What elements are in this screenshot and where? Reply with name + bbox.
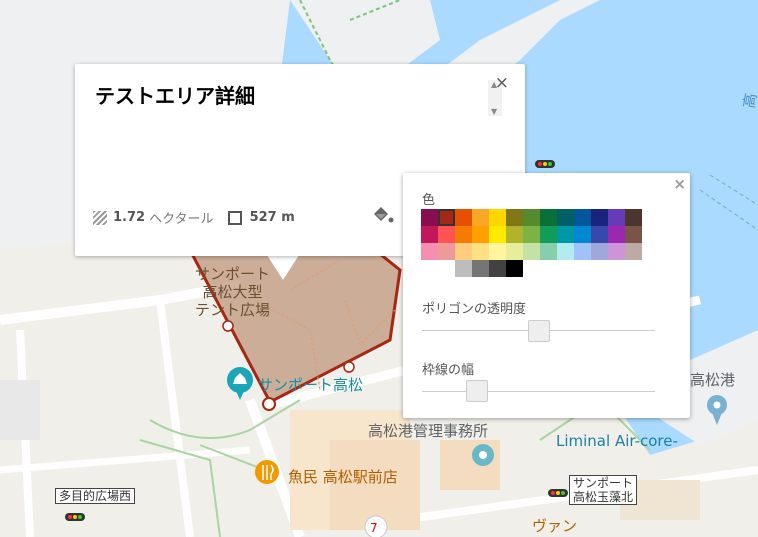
color-swatch[interactable] (540, 243, 557, 260)
info-stats: 1.72 ヘクタール 527 m (93, 208, 299, 227)
color-swatch[interactable] (506, 243, 523, 260)
palette-row (421, 243, 656, 260)
color-swatch[interactable] (472, 260, 489, 277)
color-swatch[interactable] (455, 226, 472, 243)
uomin-label[interactable]: 魚民 高松駅前店 (288, 466, 398, 487)
opacity-label: ポリゴンの透明度 (422, 302, 527, 317)
stroke-width-slider-track[interactable] (422, 391, 655, 392)
color-swatch[interactable] (472, 243, 489, 260)
color-swatch[interactable] (438, 243, 455, 260)
sunport-label[interactable]: サンポート高松 (258, 374, 363, 395)
info-close-button[interactable]: × (495, 75, 509, 92)
style-panel-close-button[interactable]: × (673, 175, 686, 193)
color-swatch[interactable] (557, 243, 574, 260)
color-swatch[interactable] (625, 226, 642, 243)
palette-row (421, 260, 656, 277)
tamokuteki-station-badge[interactable]: 多目的広場西 (55, 488, 136, 504)
color-swatch[interactable] (557, 226, 574, 243)
color-palette (421, 209, 656, 277)
opacity-slider-thumb[interactable] (527, 320, 550, 342)
color-swatch[interactable] (489, 209, 506, 226)
area-icon (93, 210, 107, 225)
color-swatch[interactable] (557, 209, 574, 226)
color-swatch[interactable] (421, 209, 438, 226)
palette-row (421, 226, 656, 243)
info-title: テストエリア詳細 (95, 84, 255, 108)
color-swatch[interactable] (608, 226, 625, 243)
color-swatch[interactable] (540, 209, 557, 226)
color-swatch[interactable] (591, 243, 608, 260)
palette-row (421, 209, 656, 226)
color-swatch[interactable] (489, 260, 506, 277)
stroke-width-label: 枠線の幅 (422, 363, 475, 378)
color-swatch[interactable] (574, 209, 591, 226)
color-swatch[interactable] (455, 209, 472, 226)
color-swatch[interactable] (591, 226, 608, 243)
color-swatch[interactable] (489, 243, 506, 260)
color-swatch[interactable] (574, 243, 591, 260)
color-swatch[interactable] (438, 260, 455, 277)
paint-bucket-icon[interactable] (371, 205, 395, 227)
area-unit: ヘクタール (149, 212, 214, 227)
color-swatch[interactable] (540, 226, 557, 243)
color-swatch[interactable] (506, 209, 523, 226)
color-swatch[interactable] (455, 243, 472, 260)
perimeter-icon (227, 210, 242, 225)
color-swatch[interactable] (438, 226, 455, 243)
color-swatch[interactable] (472, 226, 489, 243)
color-swatch[interactable] (506, 226, 523, 243)
perimeter-value: 527 m (249, 210, 295, 225)
color-swatch[interactable] (523, 209, 540, 226)
color-swatch[interactable] (625, 243, 642, 260)
color-swatch[interactable] (608, 209, 625, 226)
park-name-label: サンポート 高松大型 テント広場 (195, 265, 271, 319)
color-swatch[interactable] (591, 209, 608, 226)
color-swatch[interactable] (421, 226, 438, 243)
stroke-width-slider-thumb[interactable] (466, 380, 489, 402)
color-swatch[interactable] (421, 243, 438, 260)
color-swatch[interactable] (506, 260, 523, 277)
port-office-label[interactable]: 高松港管理事務所 (368, 420, 488, 441)
color-swatch[interactable] (455, 260, 472, 277)
color-swatch[interactable] (489, 226, 506, 243)
color-swatch[interactable] (625, 209, 642, 226)
tamamo-station-badge[interactable]: サンポート 高松玉藻北 (569, 475, 638, 505)
color-swatch[interactable] (438, 209, 455, 226)
takamatsu-port-label: 高松港 (690, 371, 736, 389)
info-window-tail (267, 255, 299, 280)
color-swatch[interactable] (608, 243, 625, 260)
van-label: ヴァン (532, 517, 578, 535)
area-value: 1.72 (113, 210, 146, 225)
svg-text:7: 7 (370, 521, 378, 535)
color-swatch[interactable] (523, 226, 540, 243)
liminal-label[interactable]: Liminal Air-core- (556, 432, 678, 450)
color-swatch[interactable] (523, 243, 540, 260)
color-swatch[interactable] (574, 226, 591, 243)
color-label: 色 (422, 193, 436, 208)
scroll-down-icon[interactable]: ▼ (491, 107, 497, 116)
color-swatch[interactable] (472, 209, 489, 226)
style-panel: × 色 ポリゴンの透明度 枠線の幅 (403, 173, 690, 418)
